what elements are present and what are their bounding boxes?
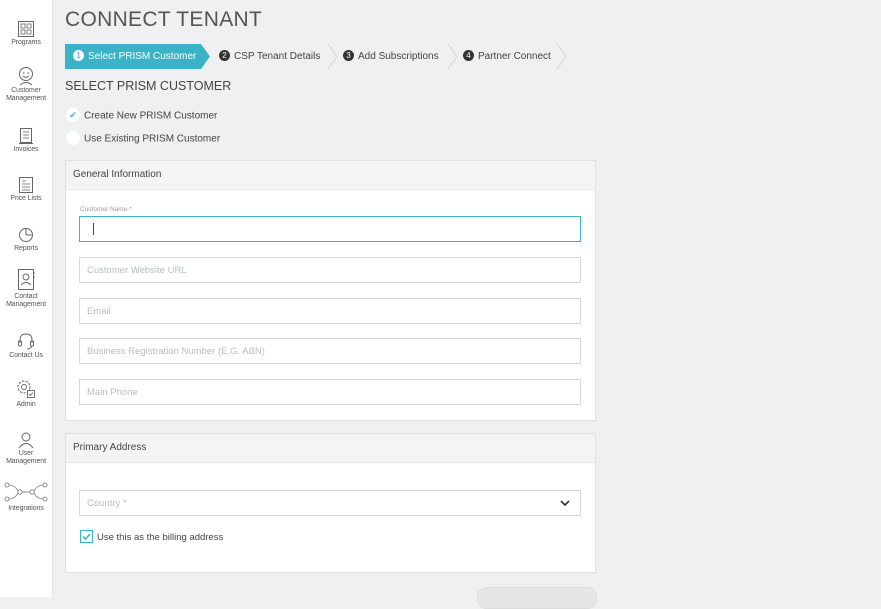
email-input[interactable]: Email — [79, 298, 581, 324]
customer-name-input[interactable] — [79, 216, 581, 242]
sidebar-item-label: Programs — [11, 39, 41, 46]
radio-label: Use Existing PRISM Customer — [84, 133, 221, 145]
step-number-badge: 2 — [219, 49, 230, 61]
country-placeholder: Country * — [87, 498, 127, 509]
step-add-subscriptions[interactable]: 3 Add Subscriptions — [343, 44, 439, 69]
sidebar-item-label: Contact — [14, 293, 38, 300]
panel-header: General Information — [66, 161, 595, 190]
radio-label: Create New PRISM Customer — [84, 110, 218, 122]
chevron-down-icon — [560, 500, 570, 507]
sidebar-item-admin[interactable]: Admin — [0, 378, 52, 409]
sidebar-item-contact-us[interactable]: Contact Us — [0, 331, 52, 360]
next-button[interactable] — [477, 587, 597, 609]
sidebar-item-price-lists[interactable]: Price Lists — [0, 176, 52, 203]
price-lists-icon — [19, 177, 33, 193]
sidebar-item-label: Contact Us — [9, 352, 43, 359]
sidebar-item-label: Reports — [14, 245, 38, 252]
sidebar-item-integrations[interactable]: Integrations — [0, 480, 52, 513]
step-number-badge: 3 — [343, 49, 354, 61]
step-number-badge: 4 — [463, 49, 474, 61]
user-management-icon — [18, 432, 34, 449]
billing-address-label: Use this as the billing address — [97, 532, 224, 544]
contact-management-icon — [18, 269, 35, 290]
radio-checked-icon: ✔ — [66, 108, 80, 122]
customer-management-icon — [19, 67, 33, 86]
reports-icon — [19, 228, 33, 242]
step-label: Select PRISM Customer — [88, 51, 197, 62]
checkmark-icon — [82, 533, 91, 541]
sidebar-item-invoices[interactable]: Invoices — [0, 127, 52, 154]
sidebar-item-label: Customer — [11, 87, 41, 94]
sidebar: Programs Customer Management Invoices Pr… — [0, 0, 53, 597]
sidebar-item-label: Price Lists — [10, 195, 42, 202]
sidebar-item-label: User — [18, 450, 34, 457]
sidebar-item-contact-management[interactable]: Contact Management — [0, 268, 52, 309]
radio-use-existing-customer[interactable]: Use Existing PRISM Customer — [66, 131, 221, 146]
sidebar-item-programs[interactable]: Programs — [0, 20, 52, 47]
main-phone-input[interactable]: Main Phone — [79, 379, 581, 405]
admin-icon — [17, 380, 35, 398]
step-select-prism-customer[interactable]: 1 Select PRISM Customer — [65, 44, 196, 69]
billing-address-checkbox-row[interactable]: Use this as the billing address — [80, 530, 224, 544]
sidebar-item-label: Management — [6, 458, 46, 465]
radio-create-new-customer[interactable]: ✔ Create New PRISM Customer — [66, 108, 218, 123]
sidebar-item-reports[interactable]: Reports — [0, 226, 52, 253]
step-label: Partner Connect — [478, 51, 551, 62]
step-number-badge: 1 — [73, 49, 84, 61]
customer-website-input[interactable]: Customer Website URL — [79, 257, 581, 283]
page-title: CONNECT TENANT — [65, 8, 263, 31]
section-title: SELECT PRISM CUSTOMER — [65, 79, 232, 93]
sidebar-item-label: Management — [6, 301, 46, 308]
business-registration-input[interactable]: Business Registration Number (E.G. ABN) — [79, 338, 581, 364]
sidebar-item-user-management[interactable]: User Management — [0, 431, 52, 466]
step-label: Add Subscriptions — [358, 51, 439, 62]
step-label: CSP Tenant Details — [234, 51, 321, 62]
panel-header: Primary Address — [66, 434, 595, 463]
country-select[interactable]: Country * — [79, 490, 581, 516]
step-partner-connect[interactable]: 4 Partner Connect — [463, 44, 551, 69]
sidebar-item-customer-management[interactable]: Customer Management — [0, 66, 52, 103]
sidebar-item-label: Invoices — [13, 146, 39, 153]
primary-address-panel: Primary Address Country * Use this as th… — [65, 433, 596, 573]
contact-us-icon — [18, 333, 34, 350]
sidebar-item-label: Integrations — [8, 505, 44, 512]
integrations-icon — [4, 482, 48, 502]
sidebar-item-label: Admin — [16, 401, 36, 408]
text-caret — [93, 223, 94, 236]
general-information-panel: General Information Customer Name * Cust… — [65, 160, 596, 421]
main-content: CONNECT TENANT 1 Select PRISM Customer 2C… — [52, 0, 881, 609]
programs-icon — [18, 21, 34, 37]
customer-name-label: Customer Name * — [80, 206, 132, 213]
radio-unchecked-icon — [66, 131, 80, 145]
billing-address-checkbox[interactable] — [80, 530, 93, 543]
invoices-icon — [19, 128, 33, 144]
step-csp-tenant-details[interactable]: 2 CSP Tenant Details — [219, 44, 320, 69]
sidebar-item-label: Management — [6, 95, 46, 102]
